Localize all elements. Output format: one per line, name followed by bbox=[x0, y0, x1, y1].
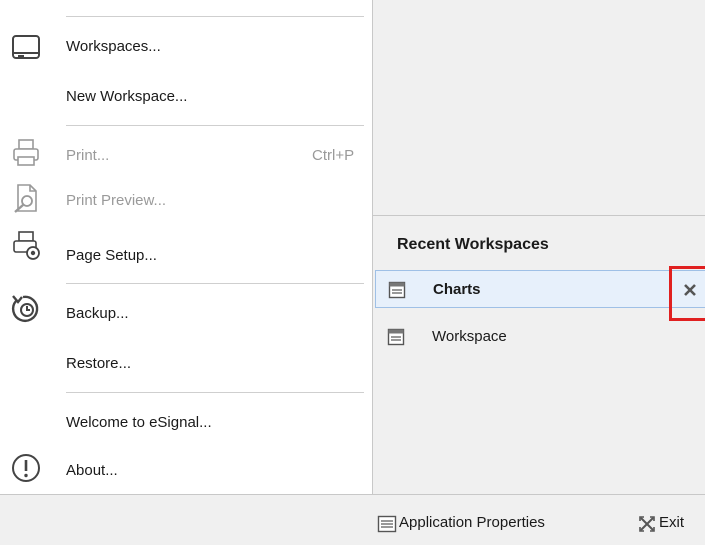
menu-item-label: Print Preview... bbox=[66, 192, 167, 209]
menu-item-page-setup[interactable]: Page Setup... bbox=[0, 231, 372, 279]
menu-item-restore[interactable]: Restore... bbox=[0, 341, 372, 387]
menu-separator bbox=[66, 392, 364, 393]
menu-item-label: Page Setup... bbox=[66, 247, 157, 264]
menu-item-backup[interactable]: Backup... bbox=[0, 291, 372, 337]
menu-item-label: Print... bbox=[66, 147, 110, 164]
menu-item-print-preview[interactable]: Print Preview... bbox=[0, 178, 372, 224]
menu-item-welcome[interactable]: Welcome to eSignal... bbox=[0, 400, 372, 446]
menu-item-label: Restore... bbox=[66, 355, 132, 372]
pane-divider bbox=[373, 215, 705, 216]
info-exclamation-icon bbox=[12, 454, 40, 482]
menu-item-print[interactable]: Print... Ctrl+P bbox=[0, 133, 372, 179]
recent-workspaces-title: Recent Workspaces bbox=[397, 236, 549, 253]
menu-item-label: New Workspace... bbox=[66, 88, 188, 105]
menu-item-label: Workspaces... bbox=[66, 38, 161, 55]
workspace-window-icon bbox=[12, 35, 40, 59]
backup-icon bbox=[11, 295, 39, 322]
close-x-icon[interactable] bbox=[681, 281, 699, 299]
menu-item-workspaces[interactable]: Workspaces... bbox=[0, 24, 372, 70]
bottom-toolbar bbox=[0, 494, 705, 545]
recent-workspace-label: Charts bbox=[433, 281, 481, 298]
printer-icon bbox=[13, 139, 39, 166]
menu-separator bbox=[66, 16, 364, 17]
recent-workspace-workspace[interactable]: Workspace bbox=[375, 318, 705, 356]
exit-icon bbox=[639, 516, 655, 532]
exit-label: Exit bbox=[659, 514, 685, 531]
menu-item-label: About... bbox=[66, 462, 118, 479]
file-menu-panel: Workspaces... New Workspace... Print... … bbox=[0, 0, 372, 494]
menu-item-about[interactable]: About... bbox=[0, 448, 372, 494]
page-setup-icon bbox=[13, 231, 40, 260]
recent-workspace-label: Workspace bbox=[432, 328, 507, 345]
menu-item-label: Welcome to eSignal... bbox=[66, 414, 212, 431]
menu-item-shortcut: Ctrl+P bbox=[312, 147, 355, 164]
workspace-grid-icon bbox=[388, 281, 406, 299]
workspace-grid-icon bbox=[387, 328, 405, 346]
menu-item-new-workspace[interactable]: New Workspace... bbox=[0, 74, 372, 120]
recent-workspace-charts[interactable]: Charts bbox=[375, 270, 705, 308]
menu-separator bbox=[66, 125, 364, 126]
print-preview-icon bbox=[14, 184, 37, 213]
menu-item-label: Backup... bbox=[66, 305, 129, 322]
properties-list-icon bbox=[377, 515, 397, 533]
menu-separator bbox=[66, 283, 364, 284]
application-properties-label: Application Properties bbox=[399, 514, 545, 531]
